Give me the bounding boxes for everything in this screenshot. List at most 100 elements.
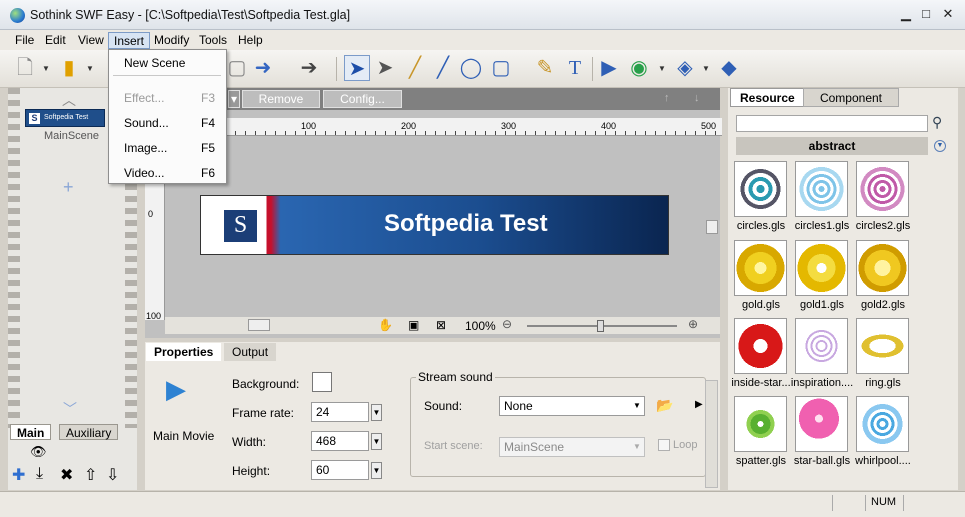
background-color-swatch[interactable]: [312, 372, 332, 392]
clipboard-icon[interactable]: ▢: [224, 55, 250, 81]
loop-checkbox[interactable]: [658, 439, 670, 451]
menu-item-new-scene[interactable]: New Scene: [109, 53, 226, 73]
resource-item[interactable]: [795, 240, 848, 296]
resource-search-input[interactable]: [736, 115, 928, 132]
framerate-field[interactable]: 24: [311, 402, 369, 422]
chevron-down-icon[interactable]: ▼: [702, 64, 711, 73]
menu-tools[interactable]: Tools: [194, 32, 232, 49]
open-folder-icon[interactable]: 📂: [656, 397, 673, 414]
chevron-down-icon[interactable]: ▼: [934, 140, 946, 152]
resource-item[interactable]: [795, 161, 848, 217]
resource-item[interactable]: [856, 240, 909, 296]
pen-line-icon[interactable]: ╱: [430, 55, 456, 81]
new-file-icon[interactable]: 🗋: [12, 55, 38, 81]
hand-icon[interactable]: ✋: [378, 318, 393, 332]
ellipse-icon[interactable]: ◯: [458, 55, 484, 81]
framerate-label: Frame rate:: [232, 406, 295, 420]
chevron-right-icon[interactable]: ▶: [695, 399, 703, 410]
fit-icon[interactable]: ▣: [408, 318, 419, 332]
resource-item[interactable]: [734, 161, 787, 217]
zoom-out-icon[interactable]: ⊖: [502, 317, 512, 331]
eye-icon[interactable]: 👁: [30, 444, 47, 460]
pencil-icon[interactable]: ✎: [532, 55, 558, 81]
add-icon[interactable]: ✚: [12, 465, 25, 485]
chevron-down-icon[interactable]: ▾: [228, 90, 240, 108]
start-scene-select[interactable]: MainScene: [499, 437, 645, 457]
chevron-down-icon[interactable]: ▼: [658, 64, 667, 73]
height-field[interactable]: 60: [311, 460, 369, 480]
publish-icon[interactable]: ◈: [672, 55, 698, 81]
zoom-slider-thumb[interactable]: [597, 320, 604, 332]
config-button[interactable]: Config...: [323, 90, 402, 108]
menu-item-image[interactable]: Image... F5: [109, 138, 226, 158]
resource-item[interactable]: [734, 240, 787, 296]
chevron-down-icon[interactable]: ▼: [86, 64, 95, 73]
move-up-icon[interactable]: ⇧: [84, 465, 97, 485]
preview-icon[interactable]: ◉: [626, 55, 652, 81]
search-icon[interactable]: ⚲: [932, 114, 942, 131]
export-icon[interactable]: ◆: [716, 55, 742, 81]
undo-icon[interactable]: ➜: [250, 55, 276, 81]
resource-item[interactable]: [795, 396, 848, 452]
menu-modify[interactable]: Modify: [149, 32, 194, 49]
resource-item[interactable]: [734, 318, 787, 374]
menu-item-video[interactable]: Video... F6: [109, 163, 226, 183]
horizontal-scroll-thumb[interactable]: [248, 319, 270, 331]
remove-button[interactable]: Remove: [242, 90, 320, 108]
zoom-in-icon[interactable]: ⊕: [688, 317, 698, 331]
menu-view[interactable]: View: [73, 32, 109, 49]
resource-item[interactable]: [856, 161, 909, 217]
resource-item[interactable]: [856, 318, 909, 374]
arrow-up-icon[interactable]: ↑: [664, 92, 670, 104]
height-dropdown-icon[interactable]: ▼: [371, 462, 382, 479]
scroll-up-icon[interactable]: ︿: [62, 90, 76, 110]
redo-icon[interactable]: ➔: [296, 55, 322, 81]
chevron-down-icon[interactable]: ▼: [42, 64, 51, 73]
width-field[interactable]: 468: [311, 431, 369, 451]
category-header[interactable]: abstract: [736, 137, 928, 155]
tab-resource[interactable]: Resource: [730, 88, 805, 107]
framerate-dropdown-icon[interactable]: ▼: [371, 404, 382, 421]
tab-component[interactable]: Component: [803, 88, 899, 107]
select-arrow-icon[interactable]: ➤: [344, 55, 370, 81]
delete-icon[interactable]: ✖: [60, 465, 73, 485]
arrow-down-icon[interactable]: ↓: [694, 92, 700, 104]
close-icon[interactable]: ✕: [939, 6, 957, 22]
resource-item[interactable]: [795, 318, 848, 374]
scene-name[interactable]: MainScene: [44, 130, 99, 142]
resource-label: inside-star...: [731, 377, 791, 389]
resource-item[interactable]: [734, 396, 787, 452]
tab-auxiliary[interactable]: Auxiliary: [59, 424, 119, 440]
sound-select[interactable]: None: [499, 396, 645, 416]
maximize-icon[interactable]: □: [917, 6, 935, 22]
tab-main[interactable]: Main: [10, 424, 52, 440]
line-icon[interactable]: ╱: [402, 55, 428, 81]
ruler-tick: 300: [501, 121, 517, 131]
menu-file[interactable]: File: [10, 32, 39, 49]
status-divider: [865, 495, 866, 511]
tab-properties[interactable]: Properties: [146, 343, 222, 361]
open-folder-icon[interactable]: ▮: [56, 55, 82, 81]
menu-edit[interactable]: Edit: [40, 32, 71, 49]
scroll-down-icon[interactable]: ﹀: [63, 399, 77, 419]
banner-movie[interactable]: S Softpedia Test: [200, 195, 669, 255]
scene-thumbnail[interactable]: S Softpedia Test: [25, 109, 105, 127]
full-icon[interactable]: ⊠: [436, 318, 446, 332]
menu-insert[interactable]: Insert: [108, 32, 151, 49]
resource-item[interactable]: [856, 396, 909, 452]
add-scene-icon[interactable]: +: [63, 177, 74, 198]
menu-item-sound[interactable]: Sound... F4: [109, 113, 226, 133]
width-dropdown-icon[interactable]: ▼: [371, 433, 382, 450]
resource-label: whirlpool....: [855, 455, 911, 467]
tab-output[interactable]: Output: [224, 343, 277, 361]
subselect-icon[interactable]: ➤: [372, 55, 398, 81]
minimize-icon[interactable]: ▁: [897, 6, 915, 22]
play-icon[interactable]: ▶: [596, 55, 622, 81]
vertical-scroll-thumb[interactable]: [706, 220, 718, 234]
text-tool-icon[interactable]: T: [562, 55, 588, 81]
menu-help[interactable]: Help: [233, 32, 268, 49]
import-icon[interactable]: ⤓: [36, 465, 43, 483]
move-down-icon[interactable]: ⇩: [106, 465, 119, 485]
rectangle-icon[interactable]: ▢: [488, 55, 514, 81]
properties-scrollbar[interactable]: [705, 380, 718, 488]
